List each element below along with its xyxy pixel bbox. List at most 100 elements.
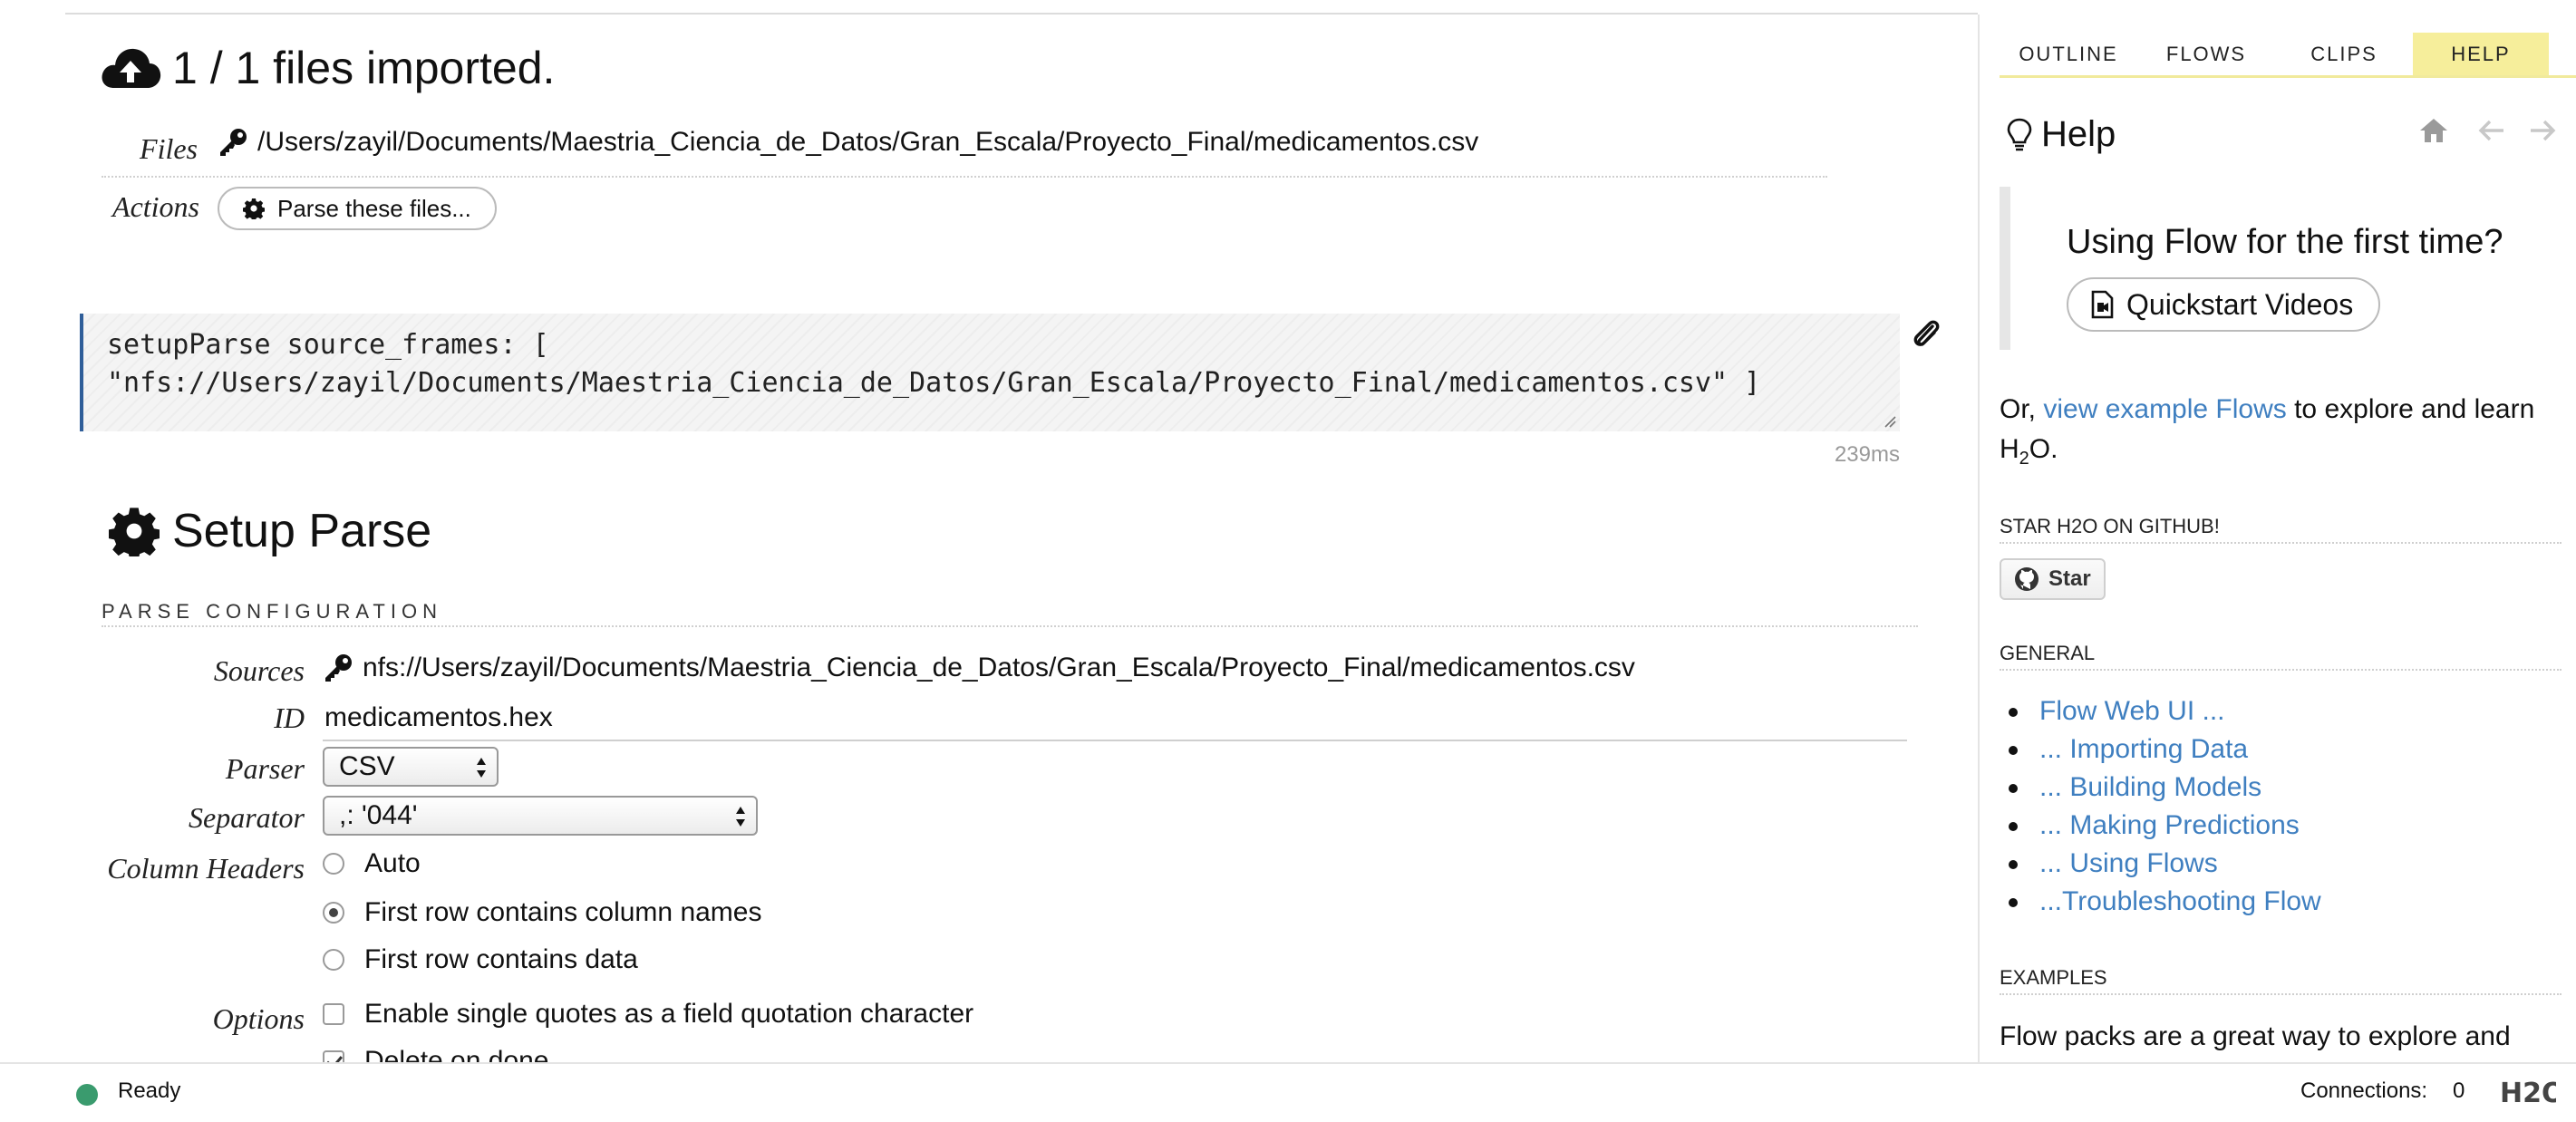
option-single-quotes[interactable]: Enable single quotes as a field quotatio…	[323, 999, 973, 1030]
import-heading: 1 / 1 files imported.	[100, 42, 555, 94]
sidebar-tabs: OUTLINE FLOWS CLIPS HELP	[2000, 33, 2576, 78]
column-headers-label: Column Headers	[107, 852, 305, 885]
resize-handle-icon[interactable]	[1884, 415, 1896, 428]
parser-select[interactable]: CSV	[323, 747, 499, 787]
separator-label: Separator	[189, 801, 305, 834]
cloud-upload-icon	[102, 48, 161, 88]
status-text: Ready	[118, 1078, 181, 1103]
sources-label: Sources	[213, 654, 305, 687]
option-delete-on-done[interactable]: Delete on done	[323, 1046, 549, 1062]
link-using-flows[interactable]: ... Using Flows	[2039, 848, 2218, 878]
id-input[interactable]	[323, 696, 1907, 741]
options-label: Options	[212, 1002, 305, 1035]
cell-timing: 239ms	[1834, 442, 1900, 467]
gear-icon	[109, 508, 160, 556]
video-file-icon	[2091, 290, 2114, 319]
sources-value: nfs://Users/zayil/Documents/Maestria_Cie…	[323, 653, 1635, 683]
help-title: Help	[2041, 114, 2116, 154]
list-item: ... Importing Data	[2000, 730, 2561, 769]
parse-files-label: Parse these files...	[277, 194, 471, 222]
select-arrows-icon	[736, 807, 745, 827]
home-icon[interactable]	[2418, 116, 2449, 145]
help-heading: Help	[2007, 114, 2116, 155]
github-star-button[interactable]: Star	[2000, 558, 2106, 600]
id-label: ID	[274, 701, 305, 734]
separator-select[interactable]: ,: '044'	[323, 796, 758, 836]
status-indicator-icon	[76, 1084, 98, 1106]
code-cell[interactable]: setupParse source_frames: [ "nfs://Users…	[80, 314, 1900, 431]
radio-first-row-names-label: First row contains column names	[364, 897, 762, 927]
radio-first-row-data[interactable]	[323, 949, 344, 971]
gear-icon	[243, 198, 265, 219]
actions-label: Actions	[112, 190, 199, 223]
tab-clips[interactable]: CLIPS	[2275, 33, 2413, 75]
key-icon	[220, 129, 247, 156]
connections-label: Connections:	[2300, 1078, 2428, 1103]
checkbox-delete-on-done[interactable]	[323, 1050, 344, 1062]
github-icon	[2015, 567, 2039, 591]
separator-selected: ,: '044'	[339, 800, 418, 830]
link-importing-data[interactable]: ... Importing Data	[2039, 734, 2248, 764]
first-time-callout: Using Flow for the first time? Quickstar…	[2000, 187, 2561, 350]
tab-help[interactable]: HELP	[2413, 33, 2549, 75]
paperclip-icon[interactable]	[1909, 315, 1942, 352]
list-item: ... Building Models	[2000, 769, 2561, 807]
parse-configuration-caption: PARSE CONFIGURATION	[102, 600, 1918, 627]
list-item: ... Using Flows	[2000, 845, 2561, 883]
link-troubleshooting-flow[interactable]: ...Troubleshooting Flow	[2039, 886, 2321, 916]
file-path: /Users/zayil/Documents/Maestria_Ciencia_…	[218, 127, 1478, 158]
tab-flows[interactable]: FLOWS	[2137, 33, 2275, 75]
h2o-logo-text: H2O	[2500, 1078, 2556, 1109]
list-item: ...Troubleshooting Flow	[2000, 883, 2561, 921]
quickstart-videos-button[interactable]: Quickstart Videos	[2067, 277, 2381, 332]
list-item: ... Making Predictions	[2000, 807, 2561, 845]
h2o-logo-icon: H2O	[2500, 1078, 2556, 1109]
select-arrows-icon	[477, 758, 486, 778]
view-example-flows-link[interactable]: view example Flows	[2043, 394, 2286, 424]
radio-first-row-data-label: First row contains data	[364, 944, 638, 974]
setup-parse-heading: Setup Parse	[109, 504, 431, 558]
link-flow-web-ui[interactable]: Flow Web UI ...	[2039, 696, 2225, 726]
general-links-list: Flow Web UI ... ... Importing Data ... B…	[2000, 692, 2561, 921]
link-building-models[interactable]: ... Building Models	[2039, 772, 2261, 802]
radio-auto-label: Auto	[364, 848, 421, 878]
files-label: Files	[140, 132, 198, 165]
checkbox-delete-on-done-label: Delete on done	[364, 1046, 549, 1062]
column-headers-names[interactable]: First row contains column names	[323, 897, 762, 928]
back-arrow-icon[interactable]	[2476, 116, 2507, 145]
status-bar: Ready Connections: 0 H2O	[0, 1062, 2576, 1122]
flow-packs-text: Flow packs are a great way to explore an…	[2000, 1021, 2511, 1051]
parser-selected: CSV	[339, 751, 395, 781]
setup-parse-title: Setup Parse	[172, 505, 432, 557]
key-icon	[325, 654, 352, 682]
code-line-1: setupParse source_frames: [	[107, 329, 549, 361]
radio-first-row-names[interactable]	[323, 902, 344, 924]
general-caption: GENERAL	[2000, 642, 2561, 671]
examples-caption: EXAMPLES	[2000, 966, 2561, 995]
column-headers-data[interactable]: First row contains data	[323, 944, 638, 975]
sources-text: nfs://Users/zayil/Documents/Maestria_Cie…	[363, 653, 1635, 682]
main-panel[interactable]: 1 / 1 files imported. Files /Users/zayil…	[0, 15, 1978, 1062]
help-h2o-end: O.	[2029, 434, 2058, 464]
checkbox-single-quotes[interactable]	[323, 1003, 344, 1025]
github-star-label: Star	[2048, 566, 2091, 591]
checkbox-single-quotes-label: Enable single quotes as a field quotatio…	[364, 999, 974, 1029]
list-item: Flow Web UI ...	[2000, 692, 2561, 730]
parse-files-button[interactable]: Parse these files...	[218, 187, 497, 230]
help-or-text: Or,	[2000, 394, 2044, 424]
lightbulb-icon	[2007, 118, 2032, 150]
h2o-subscript: 2	[2019, 449, 2029, 469]
import-title: 1 / 1 files imported.	[172, 43, 556, 93]
code-line-2: "nfs://Users/zayil/Documents/Maestria_Ci…	[107, 367, 1761, 399]
column-headers-auto[interactable]: Auto	[323, 848, 421, 879]
tab-outline[interactable]: OUTLINE	[2000, 33, 2137, 75]
file-path-text: /Users/zayil/Documents/Maestria_Ciencia_…	[257, 127, 1479, 157]
forward-arrow-icon[interactable]	[2527, 116, 2558, 145]
star-github-caption: STAR H2O ON GITHUB!	[2000, 515, 2561, 544]
help-sidebar[interactable]: OUTLINE FLOWS CLIPS HELP Help Using Flow…	[1980, 15, 2576, 1062]
quickstart-videos-label: Quickstart Videos	[2126, 287, 2354, 321]
help-intro-text: Or, view example Flows to explore and le…	[2000, 390, 2561, 479]
first-time-title: Using Flow for the first time?	[2067, 223, 2503, 261]
link-making-predictions[interactable]: ... Making Predictions	[2039, 810, 2300, 840]
radio-auto[interactable]	[323, 853, 344, 875]
